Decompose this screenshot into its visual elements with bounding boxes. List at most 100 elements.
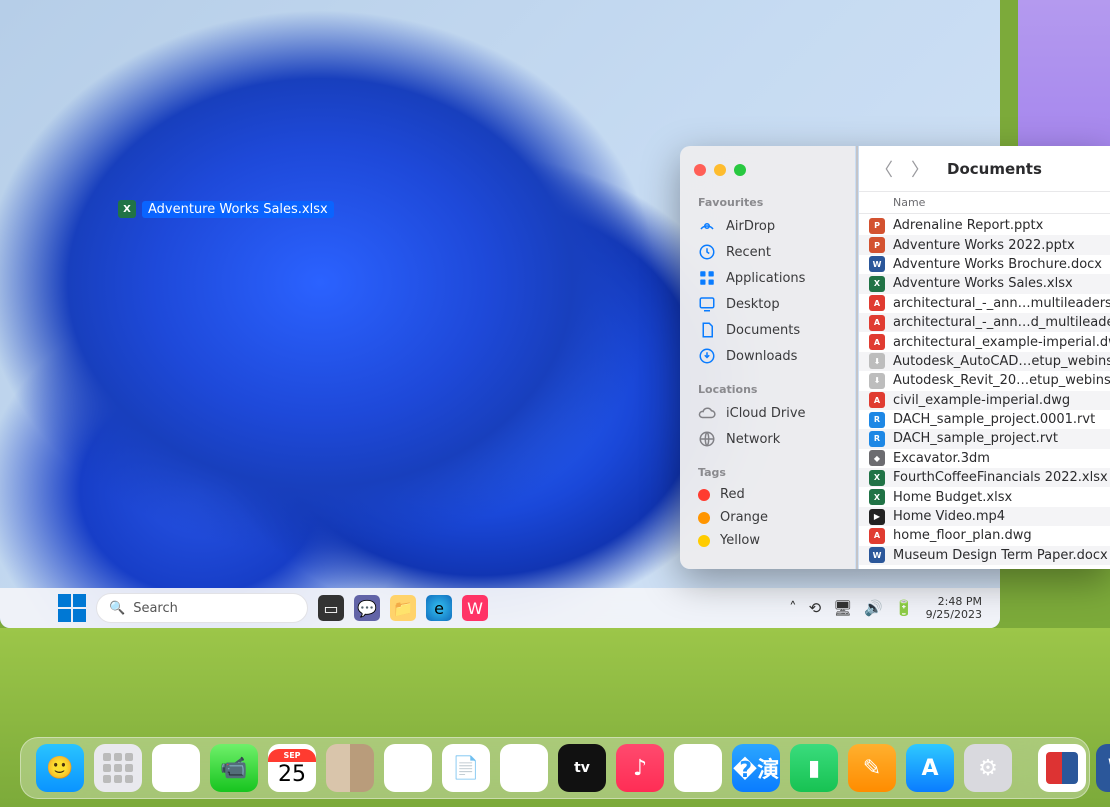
- file-name: Home Budget.xlsx: [893, 490, 1012, 505]
- task-view-icon[interactable]: ▭: [318, 595, 344, 621]
- dock-app-contacts[interactable]: [326, 744, 374, 792]
- file-row[interactable]: Aarchitectural_example-imperial.dwg: [859, 332, 1110, 351]
- file-type-icon: ⬇: [869, 353, 885, 369]
- finder-icon: 🙂: [46, 756, 73, 781]
- tag-dot-icon: [698, 535, 710, 547]
- file-name: Home Video.mp4: [893, 509, 1005, 524]
- file-type-icon: W: [869, 547, 885, 563]
- apps-icon: [698, 269, 716, 287]
- file-row[interactable]: X Home Budget.xlsx: [859, 487, 1110, 506]
- file-row[interactable]: WAdventure Works Brochure.docx: [859, 255, 1110, 274]
- finder-sidebar: Favourites AirDropRecentApplicationsDesk…: [680, 146, 855, 569]
- dock-app-pages[interactable]: ✎: [848, 744, 896, 792]
- file-type-icon: A: [869, 334, 885, 350]
- file-row[interactable]: Aarchitectural_-_ann…d_multileaders: [859, 313, 1110, 332]
- file-name: Excavator.3dm: [893, 451, 990, 466]
- taskbar-clock[interactable]: 2:48 PM 9/25/2023: [926, 595, 982, 621]
- sidebar-item-recent[interactable]: Recent: [680, 239, 855, 265]
- dock-app-tv[interactable]: tv: [558, 744, 606, 792]
- desktop-file-adventure-works-sales[interactable]: X Adventure Works Sales.xlsx: [118, 200, 334, 218]
- file-row[interactable]: ▶Home Video.mp4: [859, 507, 1110, 526]
- dock-app-freeform[interactable]: 〰: [500, 744, 548, 792]
- tray-volume-icon[interactable]: 🔊: [864, 599, 883, 617]
- sidebar-tag-yellow[interactable]: Yellow: [680, 529, 855, 552]
- file-row[interactable]: ⬇Autodesk_AutoCAD…etup_webinsta: [859, 352, 1110, 371]
- sidebar-item-airdrop[interactable]: AirDrop: [680, 213, 855, 239]
- sidebar-item-label: Downloads: [726, 349, 797, 364]
- edge-icon[interactable]: e: [426, 595, 452, 621]
- file-name: Adventure Works Sales.xlsx: [893, 276, 1073, 291]
- sidebar-tag-orange[interactable]: Orange: [680, 506, 855, 529]
- facetime-icon: 📹: [220, 756, 247, 781]
- airdrop-icon: [698, 217, 716, 235]
- file-row[interactable]: ⬇Autodesk_Revit_20…etup_webinsta: [859, 371, 1110, 390]
- sidebar-item-icloud[interactable]: iCloud Drive: [680, 400, 855, 426]
- search-icon: 🔍: [109, 601, 125, 616]
- start-button[interactable]: [58, 594, 86, 622]
- dock-app-facetime[interactable]: 📹: [210, 744, 258, 792]
- dock-app-news[interactable]: N: [674, 744, 722, 792]
- finder-window[interactable]: Favourites AirDropRecentApplicationsDesk…: [680, 146, 1110, 569]
- desktop-icon: [698, 295, 716, 313]
- sidebar-item-documents[interactable]: Documents: [680, 317, 855, 343]
- notes-icon: 📄: [452, 756, 479, 781]
- tray-chevron-icon[interactable]: ˄: [789, 599, 797, 617]
- sidebar-tag-red[interactable]: Red: [680, 483, 855, 506]
- file-explorer-icon[interactable]: 📁: [390, 595, 416, 621]
- finder-title: Documents: [947, 160, 1042, 178]
- file-type-icon: A: [869, 528, 885, 544]
- file-type-icon: A: [869, 295, 885, 311]
- tray-display-icon[interactable]: 🖥: [833, 599, 852, 617]
- dock-app-calendar[interactable]: SEP25: [268, 744, 316, 792]
- file-row[interactable]: Aarchitectural_-_ann…multileaders (1: [859, 294, 1110, 313]
- tray-battery-icon[interactable]: 🔋: [895, 599, 914, 617]
- file-row[interactable]: XAdventure Works Sales.xlsx: [859, 274, 1110, 293]
- zoom-button[interactable]: [734, 164, 746, 176]
- file-row[interactable]: ◆Excavator.3dm: [859, 449, 1110, 468]
- tray-sync-icon[interactable]: ⟲: [809, 599, 822, 617]
- file-row[interactable]: Acivil_example-imperial.dwg: [859, 391, 1110, 410]
- dock-app-settings[interactable]: ⚙: [964, 744, 1012, 792]
- file-row[interactable]: RDACH_sample_project.rvt: [859, 429, 1110, 448]
- close-button[interactable]: [694, 164, 706, 176]
- column-header-name[interactable]: Name: [859, 192, 1110, 214]
- file-type-icon: R: [869, 431, 885, 447]
- dock-app-reminders[interactable]: ☰: [384, 744, 432, 792]
- file-row[interactable]: Ahome_floor_plan.dwg: [859, 526, 1110, 545]
- file-row[interactable]: PAdrenaline Report.pptx: [859, 216, 1110, 235]
- wps-icon[interactable]: W: [462, 595, 488, 621]
- sidebar-item-apps[interactable]: Applications: [680, 265, 855, 291]
- desktop-file-label: Adventure Works Sales.xlsx: [142, 201, 334, 218]
- file-type-icon: X: [869, 489, 885, 505]
- minimize-button[interactable]: [714, 164, 726, 176]
- dock-app-word[interactable]: W: [1096, 744, 1110, 792]
- taskbar-search[interactable]: 🔍 Search: [96, 593, 308, 623]
- sidebar-item-downloads[interactable]: Downloads: [680, 343, 855, 369]
- dock-app-numbers[interactable]: ▮: [790, 744, 838, 792]
- pages-icon: ✎: [863, 756, 881, 781]
- sidebar-item-label: Network: [726, 432, 780, 447]
- calendar-day: 25: [278, 762, 306, 787]
- dock-app-parallels[interactable]: [1038, 744, 1086, 792]
- excel-icon: X: [118, 200, 136, 218]
- tag-dot-icon: [698, 512, 710, 524]
- dock-app-launchpad[interactable]: [94, 744, 142, 792]
- nav-forward-icon[interactable]: 〉: [911, 156, 929, 182]
- file-row[interactable]: RDACH_sample_project.0001.rvt: [859, 410, 1110, 429]
- dock-app-notes[interactable]: 📄: [442, 744, 490, 792]
- sidebar-item-desktop[interactable]: Desktop: [680, 291, 855, 317]
- dock-app-keynote[interactable]: �演: [732, 744, 780, 792]
- teams-icon[interactable]: 💬: [354, 595, 380, 621]
- file-name: architectural_example-imperial.dwg: [893, 335, 1110, 350]
- dock-app-photos[interactable]: ✿: [152, 744, 200, 792]
- dock-app-appstore[interactable]: A: [906, 744, 954, 792]
- dock-app-music[interactable]: ♪: [616, 744, 664, 792]
- file-row[interactable]: XFourthCoffeeFinancials 2022.xlsx: [859, 468, 1110, 487]
- dock-app-finder[interactable]: 🙂: [36, 744, 84, 792]
- sidebar-item-network[interactable]: Network: [680, 426, 855, 452]
- music-icon: ♪: [633, 756, 647, 781]
- file-row[interactable]: WMuseum Design Term Paper.docx: [859, 546, 1110, 565]
- nav-back-icon[interactable]: 〈: [875, 156, 893, 182]
- file-row[interactable]: PAdventure Works 2022.pptx: [859, 235, 1110, 254]
- mac-dock: 🙂✿📹SEP25☰📄〰tv♪N�演▮✎A⚙ W: [20, 737, 1090, 799]
